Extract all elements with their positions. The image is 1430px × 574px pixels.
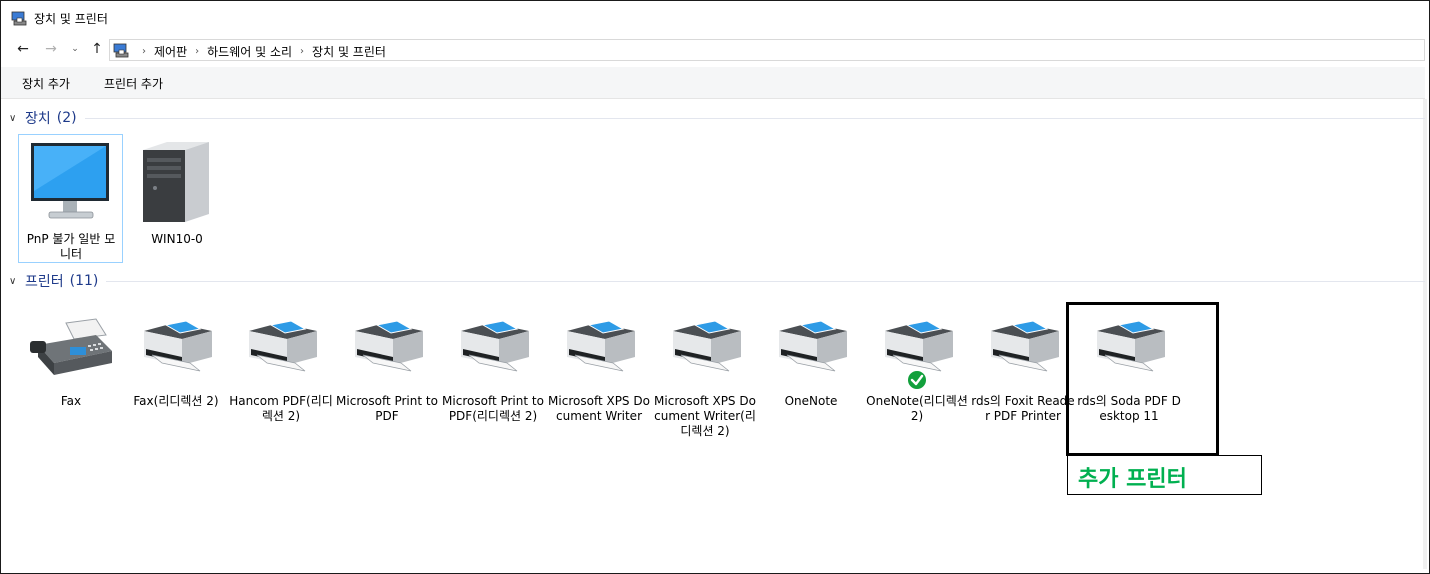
recent-locations-chevron-icon[interactable]: ⌄: [67, 41, 83, 57]
printer-item[interactable]: Fax(리디렉션 2): [124, 311, 228, 461]
printers-group-title: 프린터: [25, 274, 64, 290]
printers-group-header[interactable]: ∨ 프린터 (11): [9, 271, 1425, 291]
chevron-right-icon[interactable]: ›: [195, 46, 199, 57]
printer-icon: [673, 320, 741, 372]
command-bar: 장치 추가 프린터 추가: [1, 67, 1425, 99]
device-label: WIN10-0: [151, 232, 203, 246]
printer-item[interactable]: OneNote: [759, 311, 863, 461]
navigation-bar: ← → ⌄ ↑ › 제어판 › 하드웨어 및 소리 › 장치 및 프린터: [1, 37, 1429, 63]
breadcrumb: › 제어판 › 하드웨어 및 소리 › 장치 및 프린터: [134, 43, 386, 60]
devices-group-title: 장치: [25, 111, 51, 127]
vertical-scrollbar[interactable]: [1423, 99, 1427, 569]
back-arrow-icon[interactable]: ←: [15, 41, 31, 57]
printer-label: OneNote(리디렉션 2): [866, 394, 968, 423]
add-printer-button[interactable]: 프린터 추가: [104, 75, 163, 92]
chevron-down-icon[interactable]: ∨: [9, 113, 23, 124]
printer-label: Fax: [60, 394, 82, 408]
window-title: 장치 및 프린터: [34, 12, 108, 26]
forward-arrow-icon[interactable]: →: [43, 41, 59, 57]
annotation-callout: 추가 프린터: [1067, 455, 1262, 495]
devices-group-count: (2): [56, 110, 77, 126]
printer-label: rds의 Foxit Reader PDF Printer: [971, 394, 1075, 423]
device-label: PnP 불가 일반 모니터: [26, 232, 116, 261]
printer-item[interactable]: Microsoft XPS Document Writer(리디렉션 2): [653, 311, 757, 461]
group-divider: [106, 280, 1425, 282]
title-bar: 장치 및 프린터: [1, 1, 1429, 35]
fax-icon: [30, 318, 112, 375]
printer-icon: [991, 320, 1059, 372]
printer-item[interactable]: Microsoft XPS Document Writer: [547, 311, 651, 461]
breadcrumb-control-panel[interactable]: 제어판: [154, 43, 187, 60]
printer-item[interactable]: OneNote(리디렉션 2): [865, 311, 969, 461]
breadcrumb-hardware-sound[interactable]: 하드웨어 및 소리: [207, 43, 292, 60]
devices-group-header[interactable]: ∨ 장치 (2): [9, 108, 1425, 128]
group-divider: [84, 117, 1425, 119]
control-panel-icon: [113, 43, 129, 58]
add-device-button[interactable]: 장치 추가: [22, 75, 70, 92]
breadcrumb-devices-printers[interactable]: 장치 및 프린터: [312, 43, 386, 60]
devices-printers-app-icon: [11, 11, 27, 26]
chevron-down-icon[interactable]: ∨: [9, 276, 23, 287]
printer-icon: [567, 320, 635, 372]
printer-item[interactable]: Hancom PDF(리디렉션 2): [229, 311, 333, 461]
chevron-right-icon[interactable]: ›: [300, 46, 304, 57]
devices-and-printers-window: 장치 및 프린터 ← → ⌄ ↑ › 제어판 › 하드웨어 및 소리 › 장치 …: [0, 0, 1430, 574]
highlight-box: [1066, 302, 1219, 456]
default-printer-check-icon: [906, 369, 928, 391]
printer-item[interactable]: Microsoft Print to PDF(리디렉션 2): [441, 311, 545, 461]
printer-icon: [461, 320, 529, 372]
printer-label: Microsoft XPS Document Writer(리디렉션 2): [654, 394, 756, 438]
chevron-right-icon[interactable]: ›: [142, 46, 146, 57]
computer-tower-icon: [143, 142, 209, 222]
up-arrow-icon[interactable]: ↑: [89, 41, 105, 57]
printers-group-count: (11): [69, 273, 99, 289]
address-bar[interactable]: › 제어판 › 하드웨어 및 소리 › 장치 및 프린터: [109, 39, 1425, 61]
printer-icon: [885, 320, 953, 372]
annotation-text: 추가 프린터: [1078, 467, 1187, 492]
printer-icon: [249, 320, 317, 372]
printer-item[interactable]: rds의 Foxit Reader PDF Printer: [971, 311, 1075, 461]
printer-label: Fax(리디렉션 2): [133, 394, 219, 408]
printer-label: Hancom PDF(리디렉션 2): [229, 394, 333, 423]
device-item-computer[interactable]: WIN10-0: [125, 134, 229, 263]
printer-item-fax[interactable]: Fax: [19, 311, 123, 461]
printer-icon: [144, 320, 212, 372]
printer-label: Microsoft Print to PDF(리디렉션 2): [442, 394, 544, 423]
checkmark-icon: [910, 374, 924, 386]
device-item-monitor[interactable]: PnP 불가 일반 모니터: [18, 134, 123, 263]
printer-label: Microsoft Print to PDF: [336, 394, 438, 423]
printer-label: Microsoft XPS Document Writer: [548, 394, 650, 423]
monitor-icon: [31, 143, 109, 219]
printer-label: OneNote: [784, 394, 838, 408]
printer-item[interactable]: Microsoft Print to PDF: [335, 311, 439, 461]
printer-icon: [355, 320, 423, 372]
printer-icon: [779, 320, 847, 372]
